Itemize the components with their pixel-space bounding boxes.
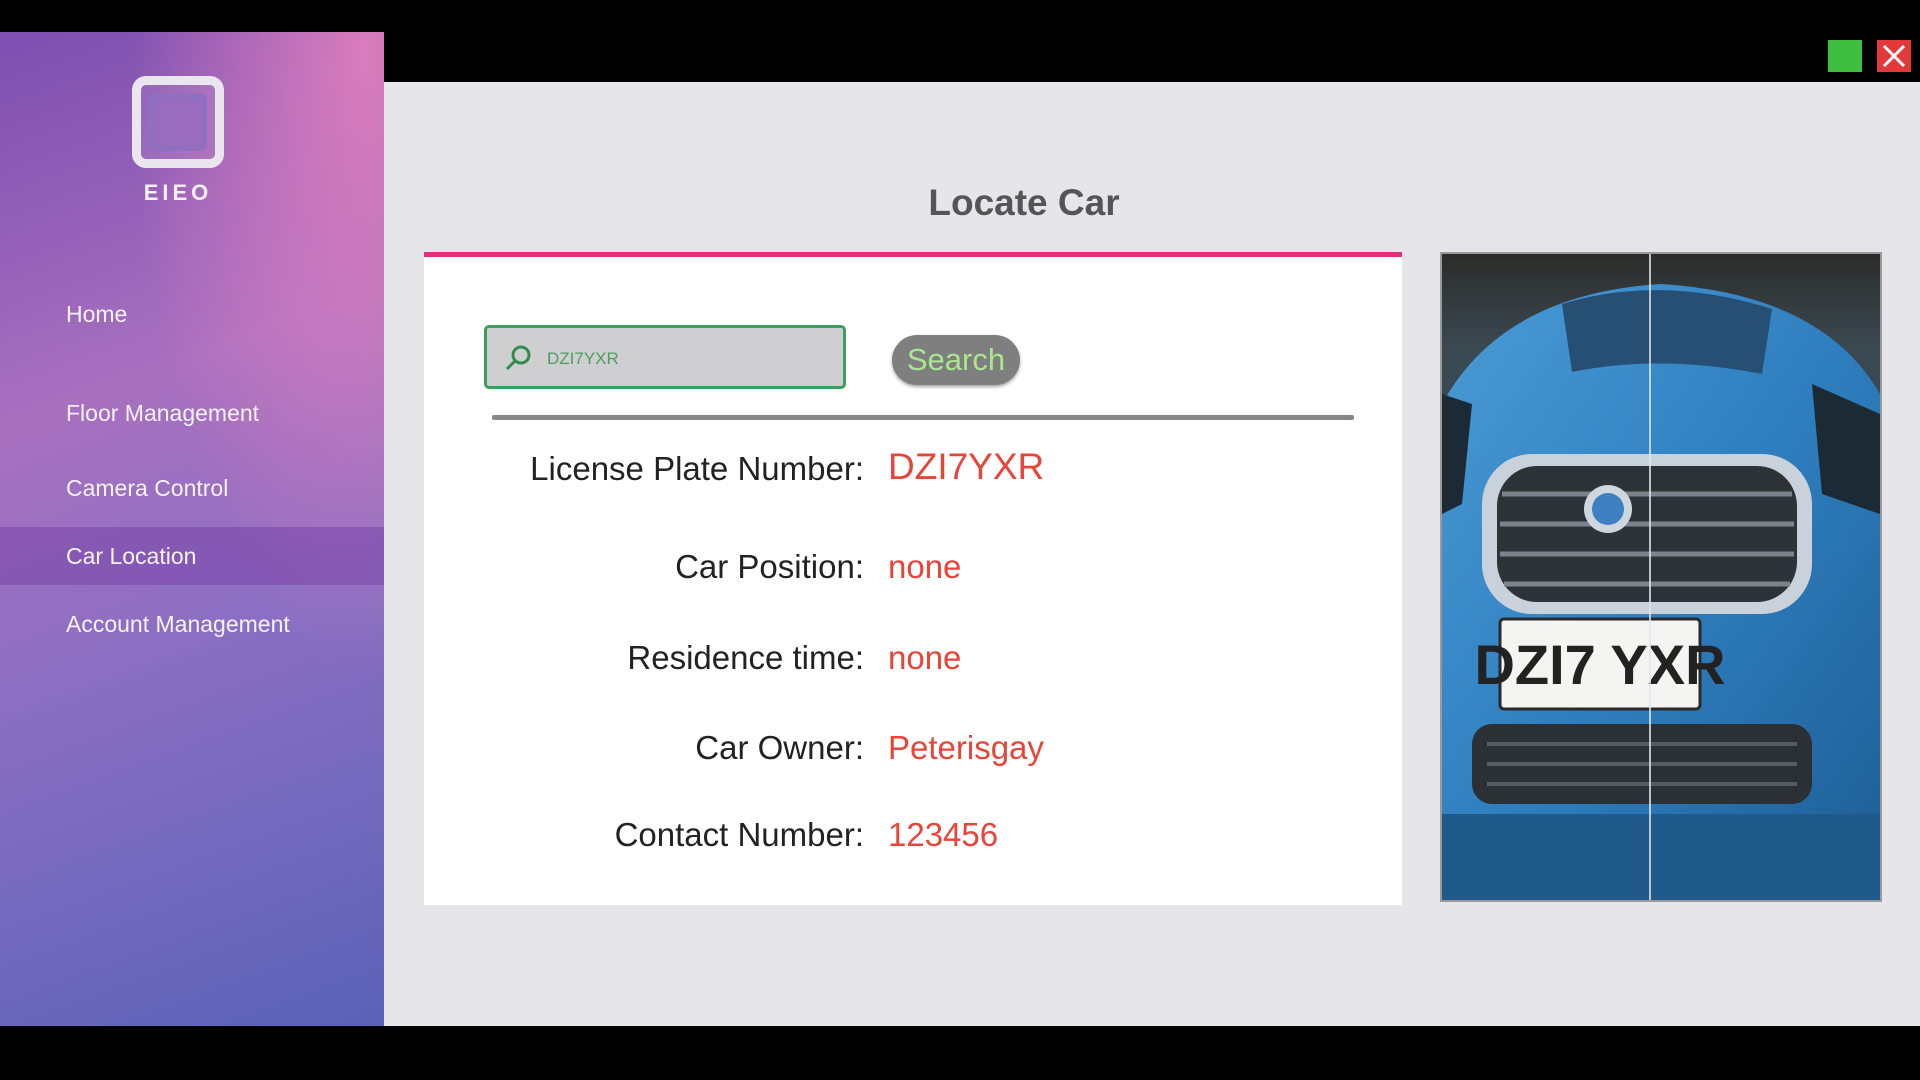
sidebar-item-car-location[interactable]: Car Location <box>0 527 384 585</box>
sidebar-item-camera-control[interactable]: Camera Control <box>0 459 384 517</box>
search-button[interactable]: Search <box>892 335 1020 385</box>
car-position-label: Car Position: <box>675 548 864 585</box>
residence-time-label: Residence time: <box>627 639 864 676</box>
search-icon <box>505 345 531 371</box>
logo-text: EIEO <box>143 180 213 205</box>
close-button[interactable] <box>1877 40 1911 72</box>
title-bar <box>384 0 1920 82</box>
sidebar-item-account-management[interactable]: Account Management <box>0 595 384 653</box>
plate-text: DZI7 YXR <box>1474 633 1725 696</box>
license-plate-value: DZI7YXR <box>888 446 1045 487</box>
sidebar-item-floor-management[interactable]: Floor Management <box>0 384 384 442</box>
bottom-bar <box>0 1026 1920 1080</box>
main-content: Locate Car Search License Plate Number: … <box>384 82 1920 1026</box>
contact-number-label: Contact Number: <box>614 816 864 853</box>
search-box <box>484 325 846 389</box>
divider <box>492 415 1354 420</box>
app-window: EIEO Home Floor Management Camera Contro… <box>0 0 1920 1080</box>
car-owner-label: Car Owner: <box>695 729 864 766</box>
page-title: Locate Car <box>928 182 1120 223</box>
logo-icon <box>132 76 224 168</box>
car-position-value: none <box>888 548 962 585</box>
car-owner-value: Peterisgay <box>888 729 1044 766</box>
contact-number-value: 123456 <box>888 816 999 853</box>
car-photo-illustration: DZI7 YXR <box>1442 254 1880 900</box>
car-photo: DZI7 YXR <box>1440 252 1882 902</box>
close-icon <box>1882 44 1906 68</box>
residence-time-value: none <box>888 639 962 676</box>
search-input[interactable] <box>545 338 834 380</box>
sidebar: EIEO Home Floor Management Camera Contro… <box>0 32 384 1026</box>
logo-inner-square <box>149 93 207 151</box>
sidebar-item-home[interactable]: Home <box>0 285 384 343</box>
minimize-button[interactable] <box>1828 40 1862 72</box>
license-plate-label: License Plate Number: <box>530 450 864 487</box>
details-card: Search License Plate Number: DZI7YXR Car… <box>424 252 1402 905</box>
